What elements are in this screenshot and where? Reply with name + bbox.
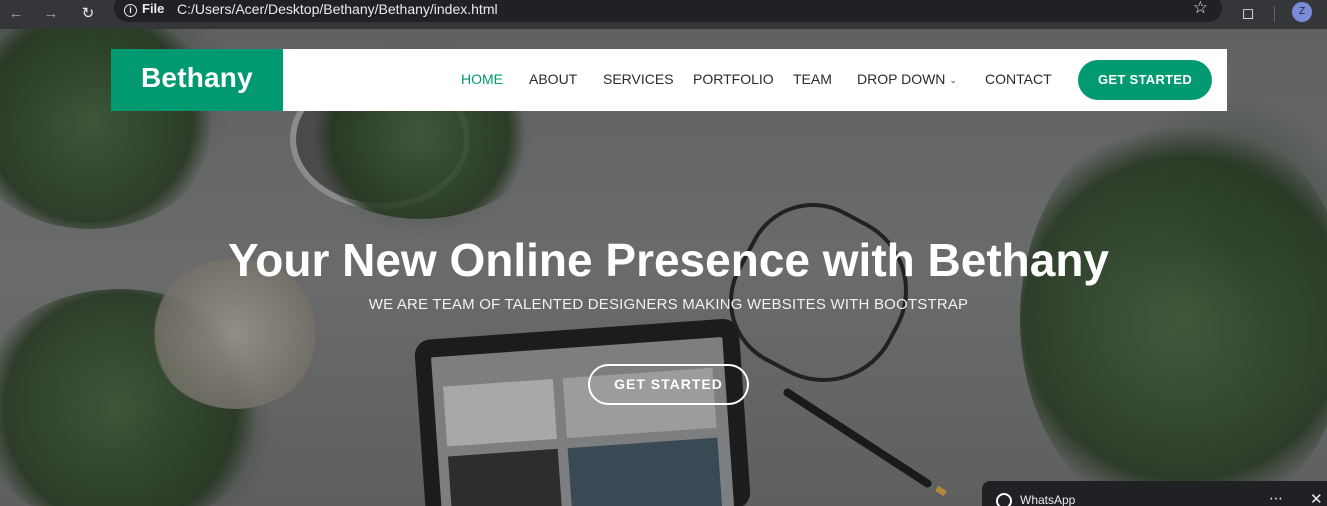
info-icon[interactable]: i	[124, 4, 137, 17]
whatsapp-icon	[996, 493, 1012, 506]
pen-tip-decoration	[935, 485, 947, 497]
url-text[interactable]: C:/Users/Acer/Desktop/Bethany/Bethany/in…	[177, 1, 498, 17]
hero-title: Your New Online Presence with Bethany	[227, 234, 1110, 286]
close-icon[interactable]: ✕	[1310, 490, 1323, 506]
bookmark-star-icon[interactable]: ☆	[1193, 0, 1208, 18]
address-bar[interactable]: i File C:/Users/Acer/Desktop/Bethany/Bet…	[114, 0, 1222, 22]
logo-text[interactable]: Bethany	[141, 62, 253, 94]
hero-get-started-button[interactable]: GET STARTED	[588, 364, 749, 405]
reload-icon[interactable]: ↻	[78, 4, 98, 24]
more-options-icon[interactable]: ⋯	[1269, 490, 1284, 506]
screen-tile	[447, 448, 563, 506]
nav-home[interactable]: HOME	[461, 71, 503, 87]
nav-dropdown-label: DROP DOWN	[857, 71, 946, 87]
nav-team[interactable]: TEAM	[793, 71, 832, 87]
chevron-down-icon: ⌄	[949, 75, 957, 85]
logo[interactable]: Bethany	[111, 49, 283, 111]
screen-tile	[443, 378, 557, 447]
hero-subtitle: WE ARE TEAM OF TALENTED DESIGNERS MAKING…	[368, 296, 969, 313]
tablet-screen	[430, 337, 735, 506]
pen-decoration	[781, 386, 934, 490]
back-icon[interactable]: ←	[6, 4, 26, 24]
whatsapp-title: WhatsApp	[1020, 493, 1076, 506]
forward-icon[interactable]: →	[41, 4, 61, 24]
nav-contact[interactable]: CONTACT	[985, 71, 1052, 87]
nav-services[interactable]: SERVICES	[603, 71, 674, 87]
toolbar-divider	[1274, 6, 1275, 22]
profile-avatar[interactable]: Z	[1292, 2, 1312, 22]
nav-about[interactable]: ABOUT	[529, 71, 577, 87]
scheme-label: File	[142, 1, 165, 16]
nav-dropdown[interactable]: DROP DOWN ⌄	[857, 71, 957, 87]
nav-portfolio[interactable]: PORTFOLIO	[693, 71, 774, 87]
site-header: Bethany HOME ABOUT SERVICES PORTFOLIO TE…	[111, 49, 1227, 111]
tablet-image	[413, 317, 752, 506]
extensions-icon[interactable]: ◻	[1238, 4, 1258, 24]
get-started-button[interactable]: GET STARTED	[1078, 60, 1212, 100]
screen-tile	[567, 437, 723, 506]
whatsapp-widget[interactable]: WhatsApp ⋯ ✕	[982, 481, 1327, 506]
browser-toolbar: ← → ↻ i File C:/Users/Acer/Desktop/Betha…	[0, 0, 1327, 29]
